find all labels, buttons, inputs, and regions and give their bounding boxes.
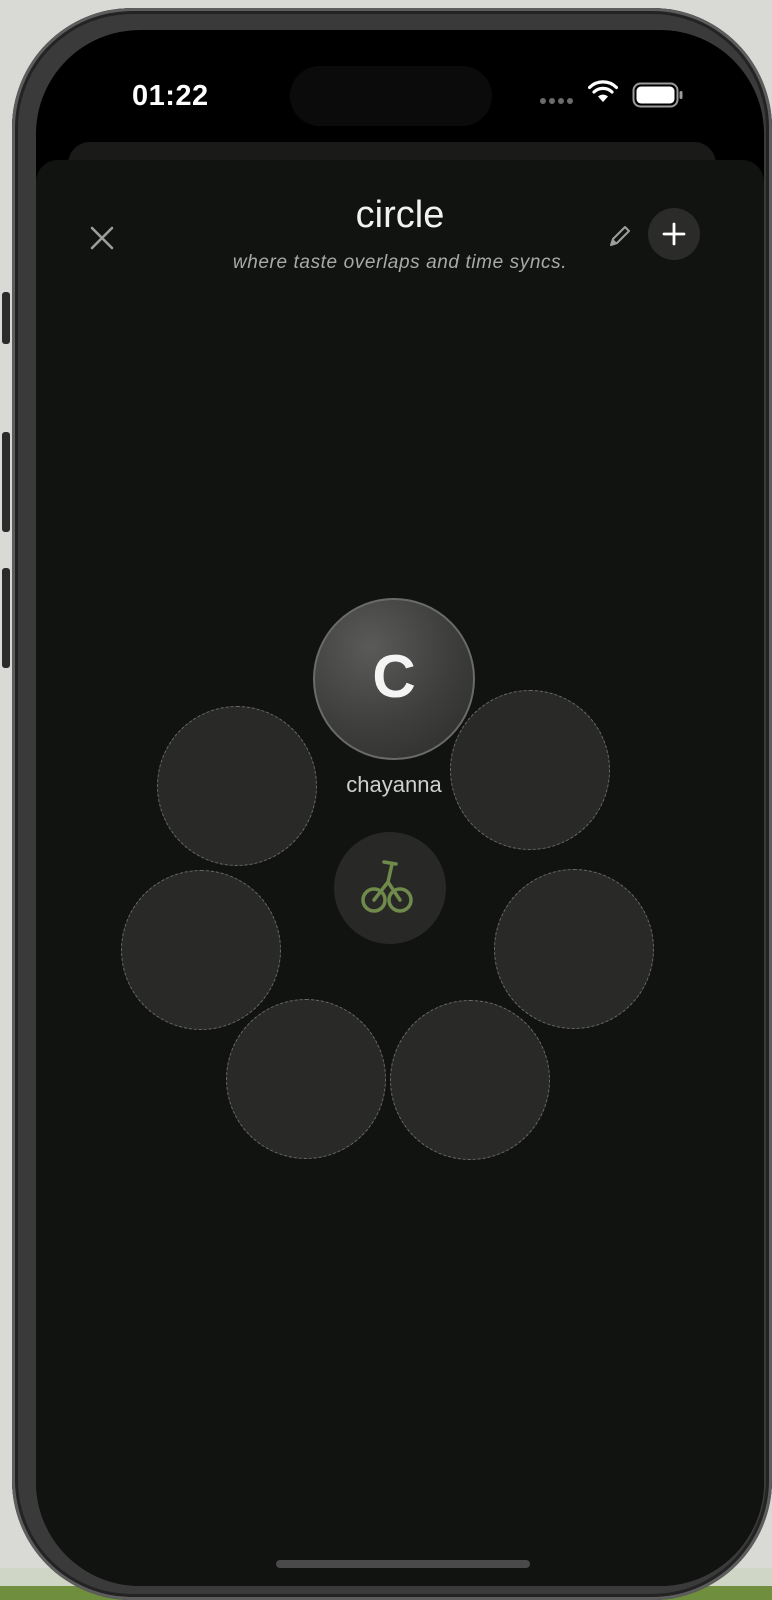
battery-icon	[632, 82, 683, 108]
side-button-silent	[2, 292, 10, 344]
wifi-icon	[588, 80, 618, 102]
page-subtitle: where taste overlaps and time syncs.	[232, 252, 568, 273]
home-indicator[interactable]	[276, 1560, 530, 1568]
status-bar: 01:22	[36, 30, 764, 140]
pencil-icon[interactable]	[606, 222, 634, 250]
avatar-initial: C	[372, 643, 416, 710]
empty-member-slot[interactable]	[157, 706, 317, 866]
empty-member-slot[interactable]	[226, 999, 386, 1159]
dynamic-island	[290, 66, 492, 126]
empty-member-slot[interactable]	[121, 870, 281, 1030]
member-avatar[interactable]: C	[313, 598, 475, 760]
empty-member-slot[interactable]	[450, 690, 610, 850]
circle-center-button[interactable]	[334, 832, 446, 944]
plus-icon	[662, 222, 686, 246]
empty-member-slot[interactable]	[494, 869, 654, 1029]
cellular-signal-icon	[540, 98, 573, 104]
member-name: chayanna	[346, 772, 442, 797]
bicycle-icon	[361, 860, 413, 913]
circle-sheet: circle where taste overlaps and time syn…	[36, 160, 764, 1586]
empty-member-slot[interactable]	[390, 1000, 550, 1160]
add-member-button[interactable]	[648, 208, 700, 260]
phone-screen: 01:22 circle where taste overlaps and ti…	[36, 30, 764, 1586]
phone-frame: 01:22 circle where taste overlaps and ti…	[2, 8, 772, 1600]
side-button-volume-down	[2, 568, 10, 668]
side-button-volume-up	[2, 432, 10, 532]
status-time: 01:22	[132, 80, 209, 112]
